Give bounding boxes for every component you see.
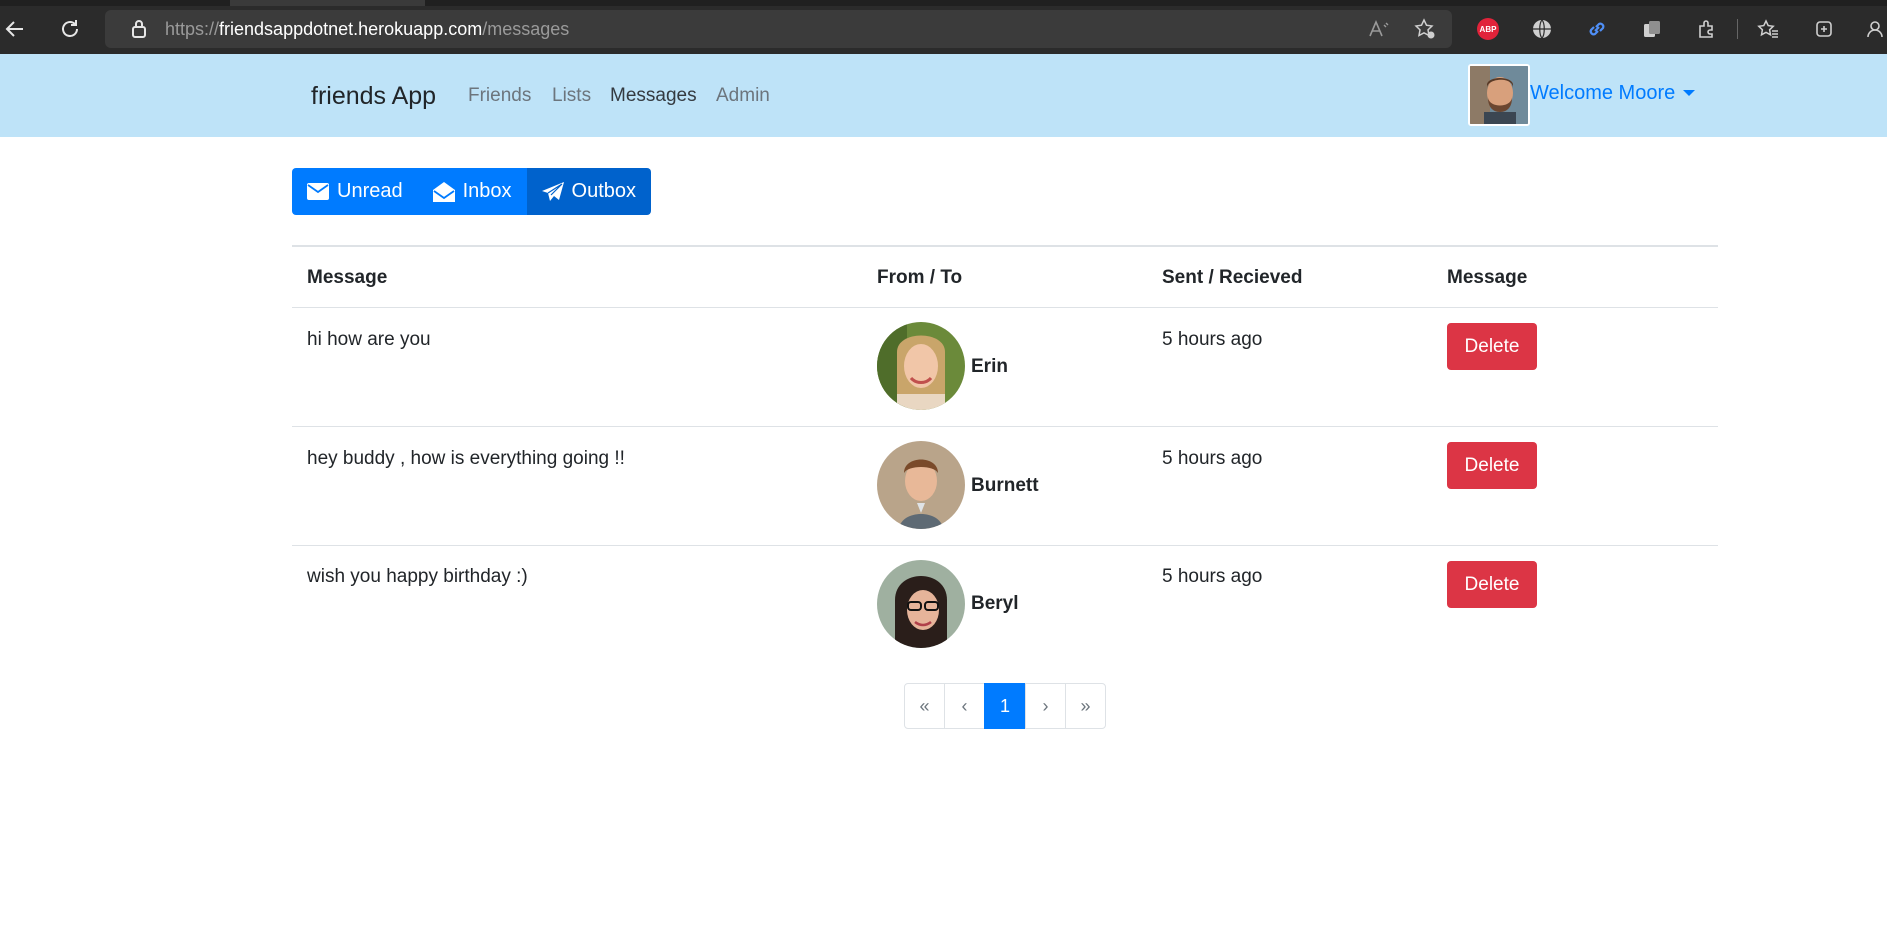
avatar (877, 441, 965, 529)
next-page-button[interactable]: › (1025, 683, 1066, 729)
sent-time: 5 hours ago (1162, 566, 1263, 587)
outbox-label: Outbox (571, 180, 637, 202)
paper-plane-icon (541, 181, 564, 202)
delete-button[interactable]: Delete (1447, 442, 1537, 489)
header-sent-received: Sent / Recieved (1162, 267, 1303, 288)
first-page-button[interactable]: « (904, 683, 945, 729)
envelope-icon (307, 183, 329, 200)
copy-extension-icon[interactable] (1640, 17, 1664, 41)
app-navbar: friends App Friends Lists Messages Admin… (0, 54, 1887, 137)
brand-link[interactable]: friends App (311, 82, 436, 111)
tab-strip (0, 0, 1887, 6)
unread-button[interactable]: Unread (292, 168, 418, 215)
browser-chrome: https://friendsappdotnet.herokuapp.com/m… (0, 0, 1887, 54)
refresh-icon[interactable] (57, 16, 83, 42)
adblock-plus-icon[interactable]: ABP (1476, 17, 1500, 41)
last-page-button[interactable]: » (1065, 683, 1106, 729)
caret-down-icon (1683, 90, 1696, 96)
table-top-border (292, 245, 1718, 247)
inbox-button[interactable]: Inbox (417, 168, 527, 215)
url-host: friendsappdotnet.herokuapp.com (219, 19, 483, 39)
friend-name[interactable]: Beryl (971, 593, 1019, 615)
header-from-to: From / To (877, 267, 963, 288)
adblock-label: ABP (1477, 18, 1499, 40)
user-menu-toggle[interactable]: Welcome Moore (1530, 82, 1696, 105)
header-action: Message (1447, 267, 1528, 288)
url-protocol: https:// (165, 19, 220, 39)
collections-icon[interactable] (1812, 17, 1836, 41)
page-1-button[interactable]: 1 (984, 683, 1026, 729)
nav-link-friends[interactable]: Friends (468, 85, 531, 107)
toolbar-divider (1737, 19, 1738, 39)
header-message: Message (307, 267, 388, 288)
avatar (877, 560, 965, 648)
outbox-button[interactable]: Outbox (526, 168, 652, 215)
header-divider (292, 307, 1718, 308)
inbox-label: Inbox (462, 180, 512, 202)
user-avatar (1468, 64, 1530, 126)
message-filter-group: Unread Inbox Outbox (292, 168, 652, 215)
message-text: wish you happy birthday :) (307, 566, 528, 587)
link-icon[interactable] (1585, 17, 1609, 41)
row-divider (292, 545, 1718, 546)
message-text: hi how are you (307, 329, 431, 350)
lock-icon[interactable] (129, 19, 149, 39)
sent-time: 5 hours ago (1162, 329, 1263, 350)
address-bar[interactable]: https://friendsappdotnet.herokuapp.com/m… (105, 10, 1452, 48)
unread-label: Unread (337, 180, 403, 202)
add-favorite-icon[interactable] (1413, 17, 1437, 41)
nav-link-lists[interactable]: Lists (552, 85, 591, 107)
envelope-open-icon (432, 181, 455, 202)
previous-page-button[interactable]: ‹ (944, 683, 985, 729)
delete-button[interactable]: Delete (1447, 323, 1537, 370)
nav-link-admin[interactable]: Admin (716, 85, 770, 107)
url-path: /messages (482, 19, 570, 39)
delete-button[interactable]: Delete (1447, 561, 1537, 608)
profile-icon[interactable] (1864, 17, 1887, 41)
nav-link-messages[interactable]: Messages (610, 85, 697, 107)
back-icon[interactable] (2, 16, 28, 42)
active-browser-tab[interactable] (230, 0, 425, 6)
friend-name[interactable]: Burnett (971, 475, 1039, 497)
welcome-text: Welcome Moore (1530, 82, 1676, 104)
sent-time: 5 hours ago (1162, 448, 1263, 469)
message-text: hey buddy , how is everything going !! (307, 448, 625, 469)
read-aloud-icon[interactable] (1367, 18, 1391, 40)
avatar (877, 322, 965, 410)
extensions-icon[interactable] (1695, 17, 1719, 41)
globe-icon[interactable] (1530, 17, 1554, 41)
friend-name[interactable]: Erin (971, 356, 1008, 378)
favorites-icon[interactable] (1756, 17, 1780, 41)
pagination: « ‹ 1 › » (904, 683, 1106, 729)
row-divider (292, 426, 1718, 427)
url-text[interactable]: https://friendsappdotnet.herokuapp.com/m… (165, 19, 569, 39)
